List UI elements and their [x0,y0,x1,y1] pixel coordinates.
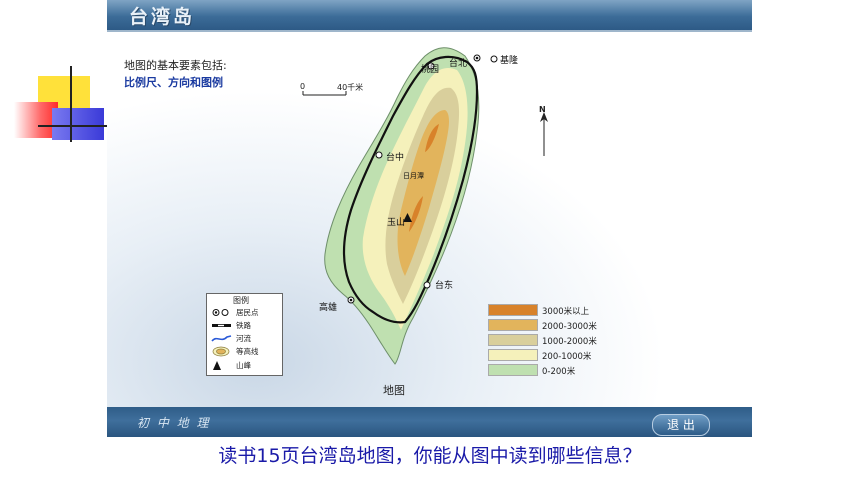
peak-icon [213,361,221,370]
settlement-icon-gaoxiong [347,296,355,304]
place-taibei: 台北 [449,59,468,69]
place-riyuetan: 日月潭 [403,172,424,180]
legend-row-river: 河流 [211,333,281,344]
settlement-icon-jilong [490,55,498,63]
settlement-icon-taidong [423,281,431,289]
elevation-label-2000-3000: 2000-3000米 [542,322,597,332]
elevation-key-0-200: 0-200米 [488,364,608,377]
elevation-label-0-200: 0-200米 [542,367,576,377]
contour-icon [212,346,230,357]
intro-elements: 比例尺、方向和图例 [124,76,223,89]
legend-row-railway: 铁路 [211,320,281,331]
place-gaoxiong: 高雄 [319,303,338,313]
bottom-bar: 初 中 地 理 退 出 [107,407,752,437]
legend-row-contour: 等高线 [211,346,281,357]
elevation-key-200-1000: 200-1000米 [488,349,608,362]
legend-label-settlement: 居民点 [236,308,259,317]
question-text: 读书15页台湾岛地图，你能从图中读到哪些信息？ [218,445,642,467]
river-icon [211,335,232,342]
place-taizhong: 台中 [386,153,405,163]
settlement-icon-taibei [473,54,481,62]
settlement-icon-taizhong [375,151,383,159]
intro-heading: 地图的基本要素包括: [124,59,227,72]
decorative-blue-square [52,108,104,140]
elevation-swatch-2000-3000 [488,319,538,331]
elevation-swatch-3000-plus [488,304,538,316]
elevation-swatch-0-200 [488,364,538,376]
taiwan-map [324,47,480,365]
legend-row-peak: 山峰 [211,360,281,371]
legend-row-settlement: 居民点 [211,307,281,318]
elevation-key-1000-2000: 1000-2000米 [488,334,608,347]
legend-label-peak: 山峰 [236,361,251,370]
decorative-horizontal-line [38,125,110,127]
legend-label-river: 河流 [236,334,251,343]
map-legend: 图例 居民点 铁路 河流 等高线 山峰 [206,293,283,376]
elevation-key-3000-plus: 3000米以上 [488,304,608,317]
legend-label-contour: 等高线 [236,347,259,356]
elevation-key-2000-3000: 2000-3000米 [488,319,608,332]
elevation-label-3000-plus: 3000米以上 [542,307,590,317]
map-panel: 地图的基本要素包括: 比例尺、方向和图例 0 40千米 N 桃园 台北 基隆 台… [107,32,752,407]
legend-title: 图例 [233,296,249,305]
exit-button[interactable]: 退 出 [652,414,710,436]
north-arrow-icon [540,112,548,156]
place-taoyuan: 桃园 [421,65,440,75]
elevation-label-1000-2000: 1000-2000米 [542,337,597,347]
decorative-vertical-line [70,66,72,142]
elevation-swatch-200-1000 [488,349,538,361]
place-jilong: 基隆 [500,56,519,66]
course-label: 初 中 地 理 [137,416,211,430]
elevation-swatch-1000-2000 [488,334,538,346]
railway-icon [212,324,231,327]
slide-title: 台湾岛 [129,6,196,28]
legend-label-railway: 铁路 [236,321,251,330]
place-yushan: 玉山 [387,218,406,228]
elevation-label-200-1000: 200-1000米 [542,352,592,362]
map-caption: 地图 [383,384,405,397]
settlement-icon [212,309,229,316]
title-bar: 台湾岛 [107,0,752,32]
place-taidong: 台东 [435,281,454,291]
